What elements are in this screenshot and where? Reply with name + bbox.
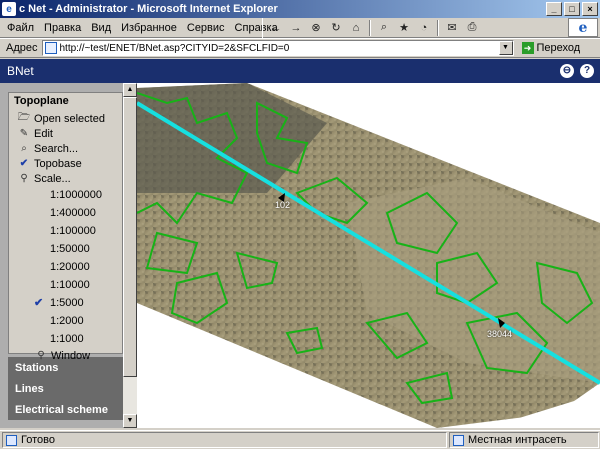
favorites-icon[interactable]: ★ [395,20,413,36]
magnifier-icon: ⚲ [37,350,45,361]
toolbar-separator [369,19,371,36]
help-icon[interactable]: ? [580,64,594,78]
scale-option-label: 1:1000000 [50,189,102,201]
status-bar: Готово Местная интрасеть [0,430,600,449]
go-button[interactable]: ➜ Переход [521,42,581,54]
scale-option[interactable]: 1:1000000 [14,186,122,204]
app-header: BNet ⊖ ? [0,59,600,83]
menu-edit[interactable]: Правка [39,22,86,34]
stop-icon[interactable]: ⊗ [307,20,325,36]
status-text-cell: Готово [2,432,447,448]
scale-item[interactable]: ⚲ Scale... [14,171,122,186]
scroll-down-icon[interactable]: ▼ [123,414,137,428]
scale-option[interactable]: 1:1000 [14,330,122,348]
history-icon[interactable]: ◔ [415,20,433,36]
topobase-item[interactable]: ✔ Topobase [14,156,122,171]
go-arrow-icon: ➜ [521,42,534,54]
scale-option-label: 1:20000 [50,261,90,273]
ie-app-icon: e [2,2,16,16]
mail-icon[interactable]: ✉ [443,20,461,36]
address-label: Адрес [6,42,38,54]
folder-open-icon: 🗁 [17,112,31,123]
address-input[interactable]: http://~test/ENET/BNet.asp?CITYID=2&SFCL… [41,40,514,56]
scale-option-label: 1:400000 [50,207,96,219]
binoculars-icon: ⌕ [21,143,27,154]
scale-icon: ⚲ [20,173,28,184]
scroll-thumb[interactable] [123,97,137,377]
search-icon[interactable]: ⌕ [375,20,393,36]
topoplane-title[interactable]: Topoplane [14,95,122,107]
status-text: Готово [21,434,55,446]
options-icon[interactable]: ⊖ [560,64,574,78]
scale-option[interactable]: 1:50000 [14,240,122,258]
scale-option-label: 1:5000 [50,297,84,309]
scale-option-label: 1:2000 [50,315,84,327]
go-label: Переход [536,42,581,54]
map-view[interactable]: 102 38044 [137,83,600,428]
sidebar-scrollbar[interactable]: ▲ ▼ [123,83,137,428]
address-bar: Адрес http://~test/ENET/BNet.asp?CITYID=… [0,38,600,58]
toolbar: ← → ⊗ ↻ ⌂ ⌕ ★ ◔ ✉ ⎙ [262,17,481,38]
scale-label: Scale... [34,172,71,185]
menu-view[interactable]: Вид [86,22,116,34]
maximize-button[interactable]: □ [564,2,580,16]
edit-item[interactable]: ✎ Edit [14,126,122,141]
forward-icon[interactable]: → [287,20,305,36]
scale-option-label: 1:100000 [50,225,96,237]
window-label: Window [51,349,91,362]
menu-favorites[interactable]: Избранное [116,22,182,34]
scale-option[interactable]: 1:2000 [14,312,122,330]
scroll-up-icon[interactable]: ▲ [123,83,137,97]
refresh-icon[interactable]: ↻ [327,20,345,36]
status-zone: Местная интрасеть [468,434,567,446]
marker-label: 38044 [487,329,513,339]
search-label: Search... [34,142,79,155]
app-title: BNet [7,64,34,78]
scale-option[interactable]: 1:400000 [14,204,122,222]
toolbar-separator [437,19,439,36]
window-title: c Net - Administrator - Microsoft Intern… [19,3,278,15]
open-selected-label: Open selected [34,112,105,125]
map-canvas[interactable] [137,83,600,428]
intranet-zone-icon [453,434,464,446]
back-icon[interactable]: ← [267,20,285,36]
topoplane-panel: Topoplane 🗁 Open selected ✎ Edit ⌕ Searc… [8,92,123,362]
home-icon[interactable]: ⌂ [347,20,365,36]
title-bar: e c Net - Administrator - Microsoft Inte… [0,0,600,18]
minimize-button[interactable]: _ [546,2,562,16]
status-zone-cell: Местная интрасеть [449,432,599,448]
page-icon [44,42,57,54]
lines-panel[interactable]: Lines [8,378,123,399]
scale-option-label: 1:10000 [50,279,90,291]
scale-option[interactable]: 1:20000 [14,258,122,276]
search-item[interactable]: ⌕ Search... [14,141,122,156]
print-icon[interactable]: ⎙ [463,20,481,36]
topobase-label: Topobase [34,157,82,170]
scale-option-selected[interactable]: ✔ 1:5000 [14,294,122,312]
scale-option[interactable]: 1:100000 [14,222,122,240]
edit-label: Edit [34,127,53,140]
address-dropdown-icon[interactable]: ▼ [498,41,513,55]
electrical-scheme-panel[interactable]: Electrical scheme [8,399,123,420]
menu-file[interactable]: Файл [2,22,39,34]
scale-option[interactable]: 1:10000 [14,276,122,294]
menu-tools[interactable]: Сервис [182,22,230,34]
menu-bar: Файл Правка Вид Избранное Сервис Справка… [0,17,600,38]
checkmark-icon: ✔ [19,158,29,169]
marker-label: 102 [275,200,291,210]
scale-option-label: 1:50000 [50,243,90,255]
open-selected-item[interactable]: 🗁 Open selected [14,111,122,126]
scale-option-label: 1:1000 [50,333,84,345]
close-button[interactable]: × [582,2,598,16]
edit-icon: ✎ [19,128,29,139]
address-url[interactable]: http://~test/ENET/BNet.asp?CITYID=2&SFCL… [60,43,290,54]
checkmark-icon: ✔ [34,297,44,309]
sidebar: Topoplane 🗁 Open selected ✎ Edit ⌕ Searc… [0,83,137,428]
ie-logo-icon: e [568,18,598,37]
page-done-icon [6,434,17,446]
